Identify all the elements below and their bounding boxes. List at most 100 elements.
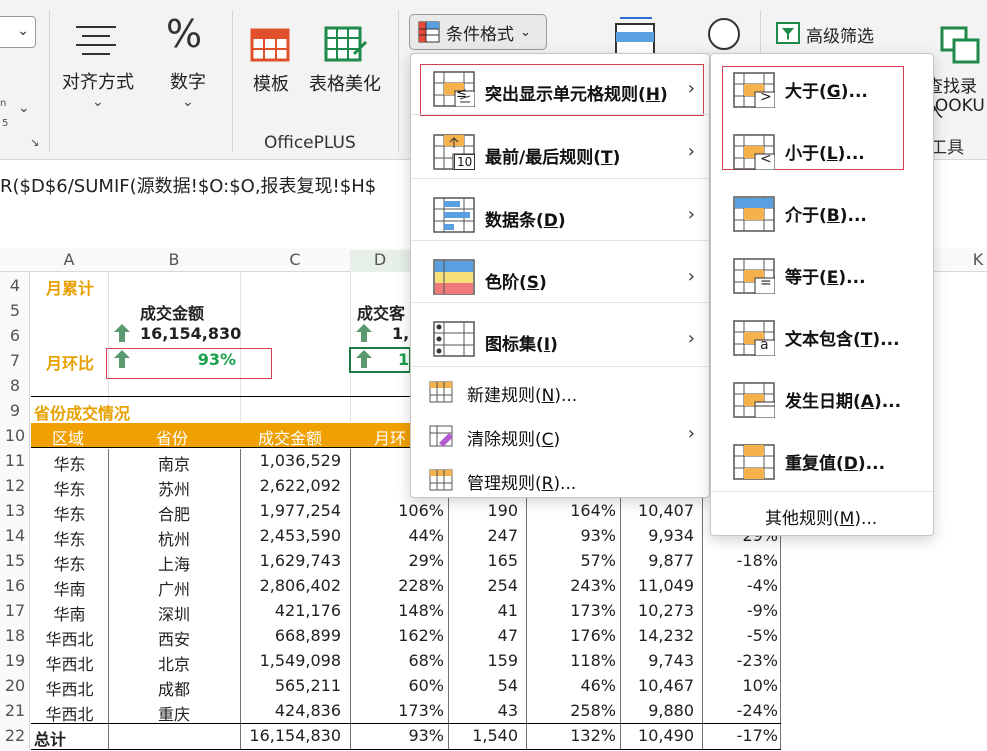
table-cell-h[interactable]: -9% (702, 601, 778, 620)
table-cell-e[interactable]: 247 (448, 526, 518, 545)
table-cell-f[interactable]: 132% (526, 726, 616, 745)
table-cell-e[interactable]: 41 (448, 601, 518, 620)
chevron-down-icon[interactable]: ⌄ (18, 100, 30, 116)
table-cell-region[interactable]: 华西北 (31, 676, 108, 700)
row-header[interactable]: 19 (0, 651, 30, 670)
table-cell-e[interactable]: 54 (448, 676, 518, 695)
row-header[interactable]: 7 (0, 351, 30, 370)
menu-item-greater-than[interactable]: > 大于(G)... (711, 68, 933, 114)
table-cell-region[interactable]: 华东 (31, 551, 108, 575)
conditional-format-button[interactable]: 条件格式 ⌄ (409, 14, 547, 50)
table-cell-province[interactable]: 合肥 (108, 501, 240, 525)
row-header[interactable]: 20 (0, 676, 30, 695)
table-cell-province[interactable]: 南京 (108, 451, 240, 475)
table-cell-amount[interactable]: 16,154,830 (240, 726, 341, 745)
template-button[interactable]: 模板 (246, 24, 296, 104)
table-cell-region[interactable]: 华西北 (31, 651, 108, 675)
table-cell-amount[interactable]: 2,453,590 (240, 526, 341, 545)
menu-item-equal-to[interactable]: = 等于(E)... (711, 254, 933, 300)
beautify-button[interactable]: 表格美化 (304, 24, 386, 104)
table-cell-region[interactable]: 华西北 (31, 626, 108, 650)
table-cell-d[interactable]: 68% (350, 651, 444, 670)
menu-item-clear-rules[interactable]: 清除规则(C) › (411, 420, 709, 452)
table-cell-f[interactable]: 243% (526, 576, 616, 595)
table-cell-region[interactable]: 华东 (31, 501, 108, 525)
row-header[interactable]: 4 (0, 276, 30, 295)
row-header[interactable]: 10 (0, 426, 30, 445)
column-header-d[interactable]: D (350, 250, 410, 272)
table-cell-h[interactable]: -4% (702, 576, 778, 595)
row-header[interactable]: 18 (0, 626, 30, 645)
table-cell-amount[interactable]: 565,211 (240, 676, 341, 695)
table-cell-province[interactable]: 广州 (108, 576, 240, 600)
row-header[interactable]: 14 (0, 526, 30, 545)
table-cell-d[interactable]: 148% (350, 601, 444, 620)
formula-bar[interactable]: R($D$6/SUMIF(源数据!$O:$O,报表复现!$H$ (0, 172, 376, 198)
table-cell-region[interactable]: 华西北 (31, 701, 108, 725)
font-size-combo[interactable]: ⌄ (0, 16, 36, 48)
table-cell-province[interactable]: 北京 (108, 651, 240, 675)
table-cell-region[interactable]: 华南 (31, 601, 108, 625)
table-cell-province[interactable]: 西安 (108, 626, 240, 650)
table-cell-f[interactable]: 173% (526, 601, 616, 620)
table-cell-province[interactable]: 重庆 (108, 701, 240, 725)
table-cell-h[interactable]: -24% (702, 701, 778, 720)
table-cell-region[interactable]: 华南 (31, 576, 108, 600)
table-cell-e[interactable]: 190 (448, 501, 518, 520)
menu-item-more-rules[interactable]: 其他规则(M)... (711, 500, 933, 530)
table-cell-province[interactable]: 杭州 (108, 526, 240, 550)
search-icon[interactable] (704, 16, 744, 56)
table-cell-f[interactable]: 93% (526, 526, 616, 545)
table-cell-region[interactable]: 华东 (31, 451, 108, 475)
menu-item-duplicate-values[interactable]: 重复值(D)... (711, 440, 933, 486)
table-cell-d[interactable]: 60% (350, 676, 444, 695)
table-cell-f[interactable]: 176% (526, 626, 616, 645)
table-cell-region[interactable]: 华东 (31, 476, 108, 500)
table-cell-e[interactable]: 47 (448, 626, 518, 645)
table-cell-e[interactable]: 159 (448, 651, 518, 670)
table-cell-region[interactable]: 华东 (31, 526, 108, 550)
table-cell-d[interactable]: 106% (350, 501, 444, 520)
dialog-launcher-icon[interactable]: ↘ (30, 136, 39, 149)
menu-item-new-rule[interactable]: 新建规则(N)... (411, 376, 709, 408)
table-cell-h[interactable]: -17% (702, 726, 778, 745)
row-header[interactable]: 12 (0, 476, 30, 495)
table-cell-e[interactable]: 43 (448, 701, 518, 720)
row-header[interactable]: 13 (0, 501, 30, 520)
row-header[interactable]: 16 (0, 576, 30, 595)
table-cell-f[interactable]: 258% (526, 701, 616, 720)
column-header-c[interactable]: C (240, 250, 350, 272)
menu-item-icon-sets[interactable]: 图标集(I) › (411, 319, 709, 363)
table-cell-g[interactable]: 10,490 (620, 726, 694, 745)
table-cell-g[interactable]: 10,467 (620, 676, 694, 695)
column-header-a[interactable]: A (30, 250, 108, 272)
align-button[interactable]: 对齐方式 ⌄ (58, 18, 138, 118)
table-cell-g[interactable]: 10,273 (620, 601, 694, 620)
table-cell-g[interactable]: 10,407 (620, 501, 694, 520)
table-cell-d[interactable]: 162% (350, 626, 444, 645)
row-header[interactable]: 8 (0, 376, 30, 395)
table-cell-amount[interactable]: 668,899 (240, 626, 341, 645)
table-cell-e[interactable]: 1,540 (448, 726, 518, 745)
table-cell-g[interactable]: 9,880 (620, 701, 694, 720)
table-cell-f[interactable]: 57% (526, 551, 616, 570)
table-cell-province[interactable]: 深圳 (108, 601, 240, 625)
table-cell-g[interactable]: 14,232 (620, 626, 694, 645)
table-cell-d[interactable]: 93% (350, 726, 444, 745)
menu-item-between[interactable]: 介于(B)... (711, 192, 933, 238)
table-cell-amount[interactable]: 421,176 (240, 601, 341, 620)
menu-item-text-contains[interactable]: a 文本包含(T)... (711, 316, 933, 362)
table-cell-province[interactable]: 成都 (108, 676, 240, 700)
row-header[interactable]: 22 (0, 726, 30, 745)
table-cell-amount[interactable]: 1,629,743 (240, 551, 341, 570)
row-header[interactable]: 21 (0, 701, 30, 720)
table-cell-e[interactable]: 165 (448, 551, 518, 570)
table-cell-amount[interactable]: 1,036,529 (240, 451, 341, 470)
row-header[interactable]: 9 (0, 401, 30, 420)
row-header[interactable]: 5 (0, 301, 30, 320)
number-button[interactable]: % 数字 ⌄ (158, 12, 218, 112)
table-cell-f[interactable]: 164% (526, 501, 616, 520)
table-cell-amount[interactable]: 2,806,402 (240, 576, 341, 595)
row-header[interactable]: 6 (0, 326, 30, 345)
menu-item-data-bars[interactable]: 数据条(D) › (411, 195, 709, 239)
